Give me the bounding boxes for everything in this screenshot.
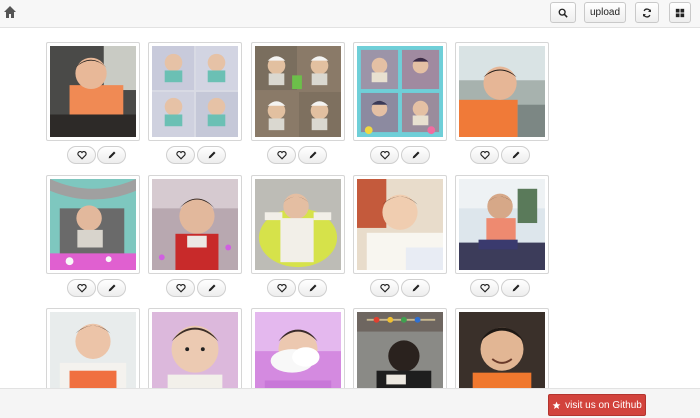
baby-photo <box>255 46 341 137</box>
top-toolbar: upload <box>0 0 700 28</box>
photo-frame[interactable] <box>46 308 140 388</box>
grid-view-icon <box>675 8 685 17</box>
edit-button[interactable] <box>401 146 430 164</box>
heart-icon <box>479 284 490 293</box>
baby-photo <box>152 46 238 137</box>
photo-frame[interactable] <box>455 175 549 274</box>
pencil-icon <box>412 284 419 292</box>
photo-frame[interactable] <box>46 42 140 141</box>
edit-button[interactable] <box>97 146 126 164</box>
photo-frame[interactable] <box>148 42 242 141</box>
like-button[interactable] <box>370 279 399 297</box>
edit-button[interactable] <box>298 146 327 164</box>
refresh-icon <box>643 7 651 18</box>
heart-icon <box>175 284 186 293</box>
edit-button[interactable] <box>298 279 327 297</box>
photo-frame[interactable] <box>455 42 549 141</box>
pencil-icon <box>208 151 215 159</box>
baby-photo <box>459 312 545 388</box>
like-button[interactable] <box>166 146 195 164</box>
baby-photo <box>459 179 545 270</box>
grid-view-button[interactable] <box>669 2 691 23</box>
like-button[interactable] <box>267 279 296 297</box>
like-button[interactable] <box>67 146 96 164</box>
edit-button[interactable] <box>501 146 530 164</box>
star-icon <box>552 401 561 409</box>
baby-photo <box>357 46 443 137</box>
like-button[interactable] <box>166 279 195 297</box>
edit-button[interactable] <box>401 279 430 297</box>
home-icon[interactable] <box>3 5 17 19</box>
baby-photo <box>50 46 136 137</box>
photo-frame[interactable] <box>148 308 242 388</box>
upload-button[interactable]: upload <box>584 2 626 23</box>
baby-photo <box>255 312 341 388</box>
photo-frame[interactable] <box>353 308 447 388</box>
pencil-icon <box>108 284 115 292</box>
refresh-button[interactable] <box>635 2 659 23</box>
pencil-icon <box>512 151 519 159</box>
pencil-icon <box>108 151 115 159</box>
baby-photo <box>50 179 136 270</box>
heart-icon <box>379 284 390 293</box>
search-button[interactable] <box>550 2 576 23</box>
like-button[interactable] <box>267 146 296 164</box>
like-button[interactable] <box>67 279 96 297</box>
like-button[interactable] <box>470 146 499 164</box>
heart-icon <box>76 151 87 160</box>
baby-photo <box>357 179 443 270</box>
photo-frame[interactable] <box>251 42 345 141</box>
edit-button[interactable] <box>197 279 226 297</box>
edit-button[interactable] <box>501 279 530 297</box>
pencil-icon <box>512 284 519 292</box>
heart-icon <box>76 284 87 293</box>
photo-frame[interactable] <box>353 42 447 141</box>
heart-icon <box>175 151 186 160</box>
photo-frame[interactable] <box>353 175 447 274</box>
github-button[interactable]: visit us on Github <box>548 394 646 416</box>
like-button[interactable] <box>370 146 399 164</box>
pencil-icon <box>309 151 316 159</box>
heart-icon <box>276 284 287 293</box>
photo-frame[interactable] <box>46 175 140 274</box>
edit-button[interactable] <box>197 146 226 164</box>
photo-grid <box>0 28 700 388</box>
photo-frame[interactable] <box>148 175 242 274</box>
photo-frame[interactable] <box>251 308 345 388</box>
baby-photo <box>255 179 341 270</box>
pencil-icon <box>208 284 215 292</box>
footer-bar: visit us on Github <box>0 388 700 418</box>
baby-photo <box>50 312 136 388</box>
pencil-icon <box>412 151 419 159</box>
like-button[interactable] <box>470 279 499 297</box>
search-icon <box>558 8 568 18</box>
github-button-label: visit us on Github <box>565 399 642 411</box>
heart-icon <box>379 151 390 160</box>
baby-photo <box>152 312 238 388</box>
heart-icon <box>479 151 490 160</box>
edit-button[interactable] <box>97 279 126 297</box>
baby-photo <box>152 179 238 270</box>
photo-frame[interactable] <box>455 308 549 388</box>
pencil-icon <box>309 284 316 292</box>
heart-icon <box>276 151 287 160</box>
baby-photo <box>357 312 443 388</box>
baby-photo <box>459 46 545 137</box>
photo-frame[interactable] <box>251 175 345 274</box>
